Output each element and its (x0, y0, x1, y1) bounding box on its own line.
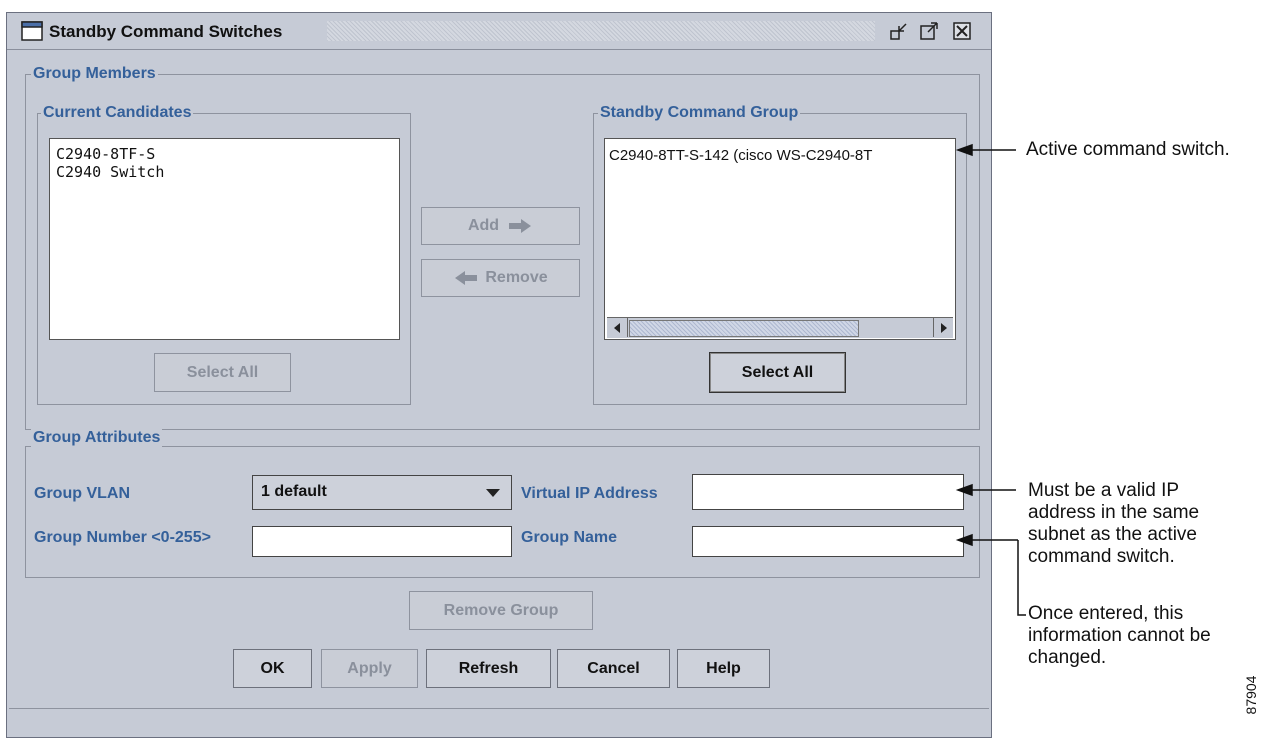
annotation-active: Active command switch. (1026, 139, 1230, 160)
name-callout-arrow (955, 533, 973, 547)
annotation-vip-line: Must be a valid IP (1028, 480, 1180, 501)
annotation-vip-line: address in the same (1028, 502, 1200, 523)
annotation-name-line: information cannot be (1028, 625, 1211, 646)
name-callout-elbow (1017, 540, 1026, 616)
figure-number: 87904 (1243, 675, 1259, 715)
vip-callout-arrow (955, 483, 973, 497)
annotation-vip-line: command switch. (1028, 546, 1175, 567)
annotation-vip-line: subnet as the active (1028, 524, 1197, 545)
annotation-name-line: changed. (1028, 647, 1107, 668)
annotation-name-line: Once entered, this (1028, 603, 1184, 624)
active-callout-arrow (955, 143, 973, 157)
